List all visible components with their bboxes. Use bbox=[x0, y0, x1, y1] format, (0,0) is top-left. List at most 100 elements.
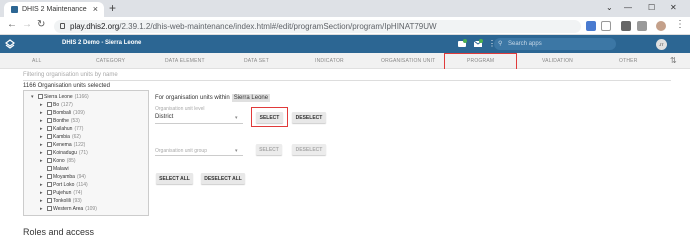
expand-icon[interactable]: ▸ bbox=[40, 142, 47, 148]
expand-icon[interactable]: ▸ bbox=[40, 198, 47, 204]
expand-icon[interactable]: ▸ bbox=[40, 126, 47, 132]
checkbox[interactable] bbox=[47, 126, 52, 131]
deselect-all-button[interactable]: DESELECT ALL bbox=[201, 173, 245, 184]
tree-item[interactable]: ▸ Bombali (109) bbox=[40, 110, 85, 116]
tree-item-count: (71) bbox=[78, 150, 88, 156]
checkbox[interactable] bbox=[47, 182, 52, 187]
section-tabs: ALL CATEGORY DATA ELEMENT DATA SET INDIC… bbox=[0, 53, 690, 69]
tree-item-label: Sierra Leone bbox=[44, 94, 73, 100]
messages-icon[interactable] bbox=[457, 39, 467, 49]
tree-item-label: Pujehun bbox=[53, 190, 72, 196]
close-tab-icon[interactable]: × bbox=[93, 4, 98, 14]
forward-arrow-icon[interactable]: → bbox=[22, 19, 32, 30]
checkbox[interactable] bbox=[38, 94, 43, 99]
tab-organisation-unit[interactable]: ORGANISATION UNIT bbox=[381, 58, 435, 64]
expand-icon[interactable]: ▸ bbox=[40, 174, 47, 180]
expand-icon[interactable]: ▸ bbox=[40, 158, 47, 164]
checkbox[interactable] bbox=[47, 102, 52, 107]
expand-icon[interactable]: ▸ bbox=[40, 150, 47, 156]
tree-item[interactable]: ▸ Koinadugu (71) bbox=[40, 150, 88, 156]
within-text: For organisation units within Sierra Leon… bbox=[155, 94, 271, 102]
new-tab-button[interactable]: + bbox=[109, 1, 116, 15]
select-group-button[interactable]: SELECT bbox=[256, 144, 282, 155]
tree-item[interactable]: ▸ Kono (85) bbox=[40, 158, 76, 164]
tree-item-label: Tonkolili bbox=[53, 198, 71, 204]
org-unit-filter-input[interactable]: Filtering organisation units by name bbox=[23, 72, 118, 78]
checkbox[interactable] bbox=[47, 110, 52, 115]
checkbox[interactable] bbox=[47, 118, 52, 123]
menu-dots-icon[interactable]: ⋮ bbox=[675, 19, 685, 30]
dhis2-logo-icon[interactable] bbox=[5, 39, 15, 49]
tree-item[interactable]: ▸ Bo (127) bbox=[40, 102, 73, 108]
expand-icon[interactable]: ▸ bbox=[40, 134, 47, 140]
level-select[interactable]: District bbox=[155, 114, 173, 120]
expand-icon[interactable]: ▸ bbox=[40, 102, 47, 108]
tree-item[interactable]: ▾ Sierra Leone (1166) bbox=[31, 94, 89, 100]
group-underline bbox=[155, 155, 243, 156]
tree-item[interactable]: ▸ Kailahun (77) bbox=[40, 126, 83, 132]
tree-item[interactable]: ▸ Tonkolili (93) bbox=[40, 198, 82, 204]
tree-item[interactable]: Malawi bbox=[40, 166, 71, 172]
profile-avatar[interactable] bbox=[656, 21, 666, 31]
url-field[interactable]: play.dhis2.org/2.39.1.2/dhis-web-mainten… bbox=[54, 20, 581, 33]
expand-icon[interactable]: ▸ bbox=[40, 118, 47, 124]
back-arrow-icon[interactable]: ← bbox=[7, 19, 17, 30]
minimize-icon[interactable]: — bbox=[624, 3, 632, 12]
within-chip: Sierra Leone bbox=[231, 94, 271, 102]
expand-icon[interactable]: ▸ bbox=[40, 182, 47, 188]
search-apps-input[interactable]: ⚲ Search apps bbox=[494, 38, 616, 50]
tree-item[interactable]: ▸ Western Area (109) bbox=[40, 206, 97, 212]
deselect-group-button[interactable]: DESELECT bbox=[292, 144, 326, 155]
tree-item[interactable]: ▸ Bonthe (53) bbox=[40, 118, 80, 124]
expand-icon[interactable]: ▸ bbox=[40, 110, 47, 116]
maximize-icon[interactable]: ☐ bbox=[648, 3, 655, 12]
tree-item-count: (94) bbox=[76, 174, 86, 180]
user-avatar[interactable]: JT bbox=[656, 39, 667, 50]
tab-indicator[interactable]: INDICATOR bbox=[315, 58, 344, 64]
chevron-down-icon[interactable]: ⌄ bbox=[606, 3, 613, 12]
tree-item[interactable]: ▸ Kenema (122) bbox=[40, 142, 85, 148]
tree-item-label: Bonthe bbox=[53, 118, 69, 124]
checkbox[interactable] bbox=[47, 166, 52, 171]
extension-icon[interactable] bbox=[621, 21, 631, 31]
checkbox[interactable] bbox=[47, 206, 52, 211]
star-icon[interactable] bbox=[601, 21, 611, 31]
tab-data-set[interactable]: DATA SET bbox=[244, 58, 269, 64]
checkbox[interactable] bbox=[47, 198, 52, 203]
avatar-initials: JT bbox=[659, 42, 664, 47]
sort-icon[interactable]: ⇅ bbox=[670, 56, 677, 65]
sidepanel-icon[interactable] bbox=[637, 21, 647, 31]
select-all-button[interactable]: SELECT ALL bbox=[156, 173, 193, 184]
expand-icon[interactable]: ▸ bbox=[40, 190, 47, 196]
checkbox[interactable] bbox=[47, 134, 52, 139]
deselect-level-button[interactable]: DESELECT bbox=[292, 112, 326, 123]
share-icon[interactable] bbox=[586, 21, 596, 31]
reload-icon[interactable]: ↻ bbox=[37, 19, 45, 30]
tab-validation[interactable]: VALIDATION bbox=[542, 58, 573, 64]
tree-item-count: (127) bbox=[61, 102, 73, 108]
tree-item[interactable]: ▸ Moyamba (94) bbox=[40, 174, 86, 180]
dropdown-arrow-icon[interactable]: ▾ bbox=[235, 115, 238, 121]
checkbox[interactable] bbox=[47, 150, 52, 155]
browser-tab[interactable]: DHIS 2 Maintenance × bbox=[4, 2, 104, 17]
checkbox[interactable] bbox=[47, 174, 52, 179]
tab-all[interactable]: ALL bbox=[32, 58, 42, 64]
interpretations-icon[interactable] bbox=[473, 39, 483, 49]
tree-item-count: (62) bbox=[71, 134, 81, 140]
dropdown-arrow-icon[interactable]: ▾ bbox=[235, 148, 238, 154]
tab-data-element[interactable]: DATA ELEMENT bbox=[165, 58, 205, 64]
collapse-icon[interactable]: ▾ bbox=[31, 94, 38, 100]
close-window-icon[interactable]: ✕ bbox=[670, 3, 677, 12]
checkbox[interactable] bbox=[47, 190, 52, 195]
checkbox[interactable] bbox=[47, 142, 52, 147]
tree-item[interactable]: ▸ Pujehun (74) bbox=[40, 190, 82, 196]
tab-other[interactable]: OTHER bbox=[619, 58, 638, 64]
url-host: play.dhis2.org bbox=[70, 22, 120, 31]
tab-category[interactable]: CATEGORY bbox=[96, 58, 125, 64]
tree-item[interactable]: ▸ Port Loko (114) bbox=[40, 182, 88, 188]
tree-item[interactable]: ▸ Kambia (62) bbox=[40, 134, 81, 140]
checkbox[interactable] bbox=[47, 158, 52, 163]
tree-item-count: (122) bbox=[73, 142, 86, 148]
expand-icon[interactable]: ▸ bbox=[40, 206, 47, 212]
tree-item-count: (109) bbox=[85, 206, 97, 212]
